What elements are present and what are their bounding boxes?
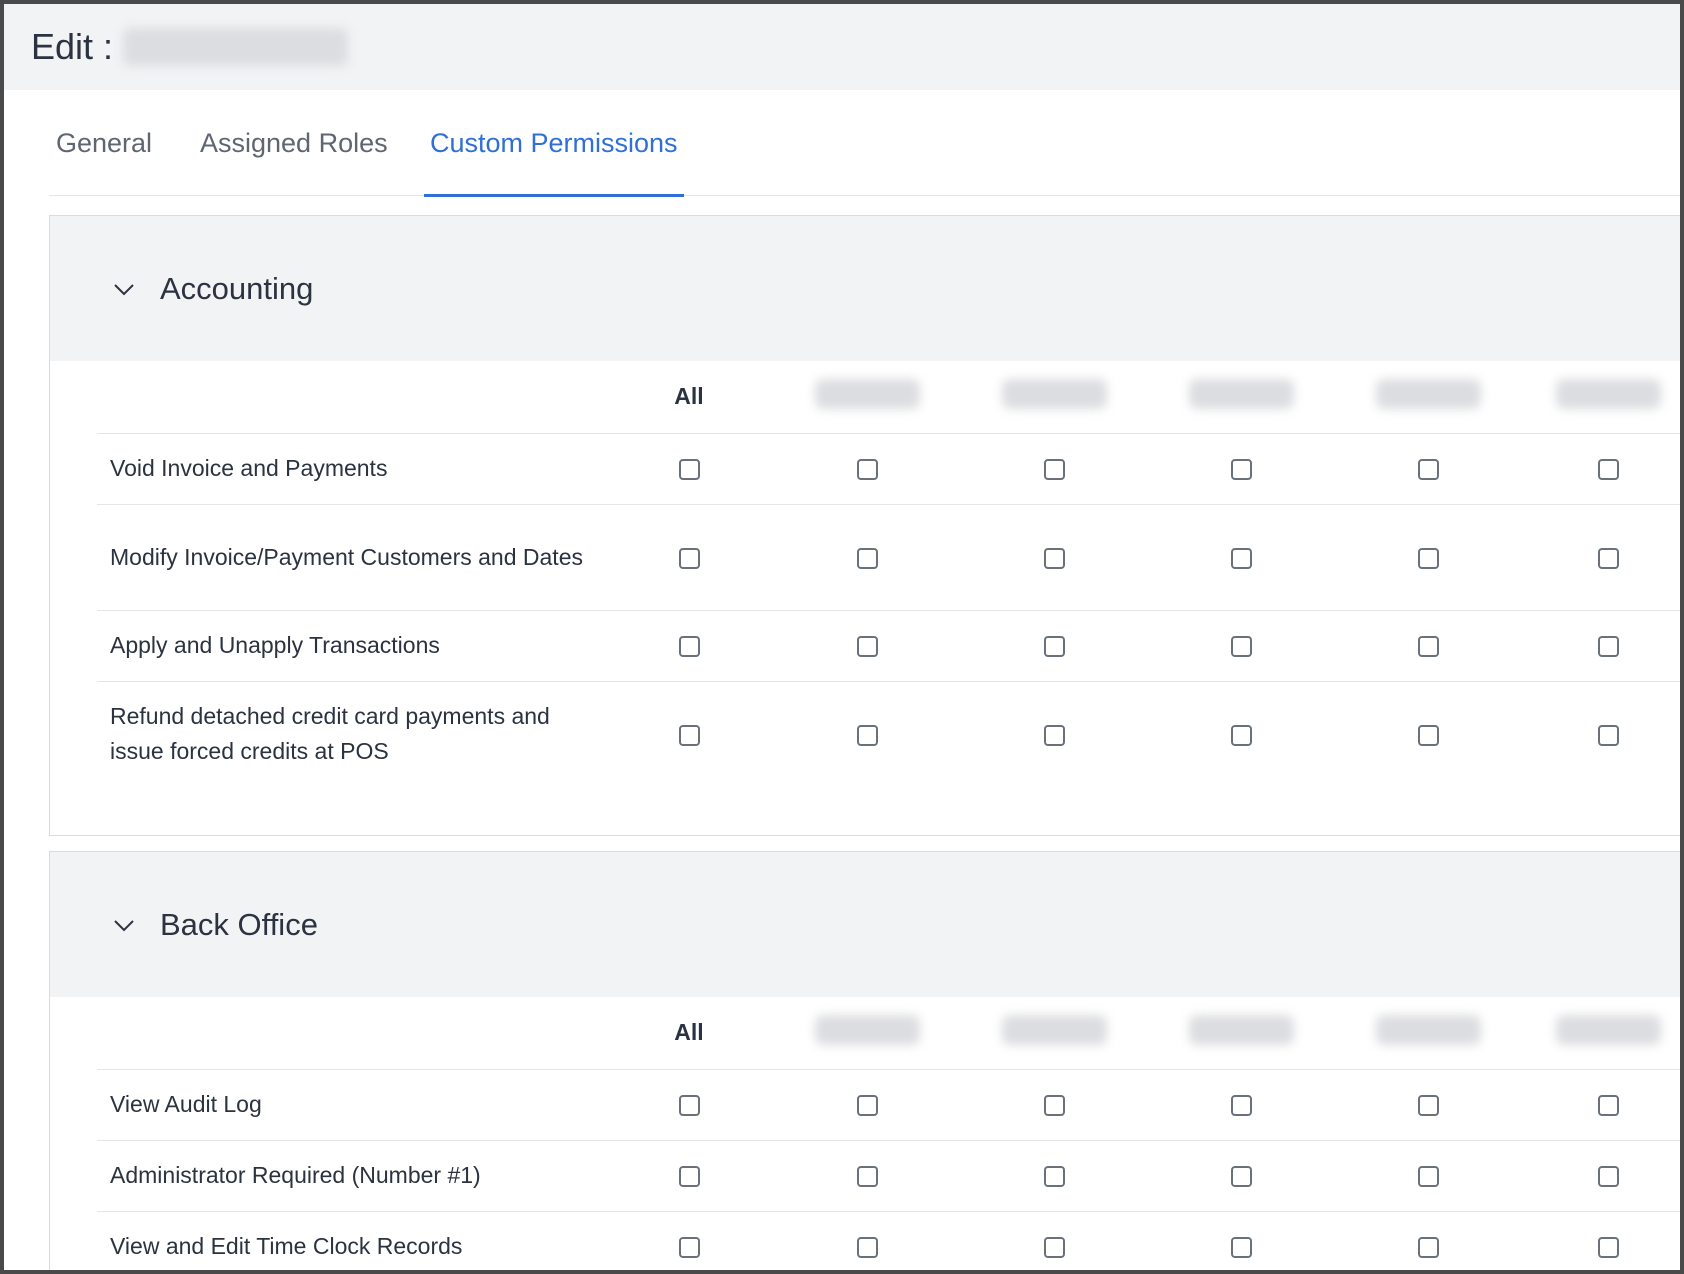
checkbox-all[interactable]: [678, 1237, 700, 1259]
permission-label: Modify Invoice/Payment Customers and Dat…: [97, 504, 604, 611]
column-header-redacted: [774, 361, 961, 434]
tab-custom-permissions[interactable]: Custom Permissions: [424, 90, 684, 197]
checkbox[interactable]: [1231, 636, 1252, 658]
column-header-redacted: [1335, 997, 1522, 1070]
column-header-redacted: [1522, 361, 1680, 434]
checkbox[interactable]: [1598, 1095, 1619, 1117]
column-header-all: All: [604, 361, 774, 434]
checkbox[interactable]: [1231, 459, 1252, 481]
table-header-row: All: [97, 361, 1680, 434]
column-label-header: [97, 361, 604, 434]
checkbox[interactable]: [1231, 1166, 1252, 1188]
column-header-redacted: [1148, 997, 1335, 1070]
table-header-row: All: [97, 997, 1680, 1070]
section-accounting: Accounting All Void Invoice and Payments: [49, 215, 1680, 836]
column-header-redacted: [774, 997, 961, 1070]
checkbox-all[interactable]: [678, 459, 700, 481]
checkbox[interactable]: [1598, 636, 1619, 658]
permission-label: Apply and Unapply Transactions: [97, 610, 604, 682]
checkbox[interactable]: [1231, 547, 1252, 569]
checkbox[interactable]: [1231, 725, 1252, 747]
checkbox-all[interactable]: [678, 1095, 700, 1117]
checkbox-all[interactable]: [678, 725, 700, 747]
tab-bar: General Assigned Roles Custom Permission…: [49, 90, 1680, 197]
permission-label: Administrator Required (Number #1): [97, 1140, 604, 1212]
column-header-redacted: [1335, 361, 1522, 434]
redacted-user-name: [123, 28, 349, 66]
checkbox[interactable]: [1418, 1237, 1439, 1259]
edit-window: Edit : General Assigned Roles Custom Per…: [0, 0, 1684, 1274]
checkbox[interactable]: [1598, 725, 1619, 747]
column-header-redacted: [961, 361, 1148, 434]
section-header-accounting[interactable]: Accounting: [50, 216, 1680, 361]
checkbox[interactable]: [857, 1237, 878, 1259]
checkbox[interactable]: [1231, 1095, 1252, 1117]
checkbox[interactable]: [1418, 1095, 1439, 1117]
table-row: View Audit Log: [97, 1069, 1680, 1141]
checkbox[interactable]: [1044, 459, 1065, 481]
checkbox[interactable]: [1418, 459, 1439, 481]
checkbox-all[interactable]: [678, 636, 700, 658]
table-row: Modify Invoice/Payment Customers and Dat…: [97, 504, 1680, 611]
checkbox[interactable]: [1044, 725, 1065, 747]
section-title: Accounting: [160, 270, 314, 306]
permission-label: View and Edit Time Clock Records: [97, 1211, 604, 1270]
page-title: Edit :: [31, 26, 114, 67]
table-row: Apply and Unapply Transactions: [97, 610, 1680, 682]
column-label-header: [97, 997, 604, 1070]
checkbox[interactable]: [1044, 1166, 1065, 1188]
checkbox[interactable]: [857, 1166, 878, 1188]
column-header-redacted: [961, 997, 1148, 1070]
table-row: Void Invoice and Payments: [97, 433, 1680, 505]
permission-label: Refund detached credit card payments and…: [110, 703, 550, 765]
checkbox[interactable]: [1598, 547, 1619, 569]
table-row: Administrator Required (Number #1): [97, 1140, 1680, 1212]
checkbox[interactable]: [1598, 459, 1619, 481]
table-row: Refund detached credit card payments and…: [97, 681, 1680, 787]
checkbox[interactable]: [1044, 547, 1065, 569]
column-header-all: All: [604, 997, 774, 1070]
column-header-redacted: [1148, 361, 1335, 434]
permissions-table-accounting: All Void Invoice and Payments Modify Inv…: [97, 361, 1680, 787]
checkbox[interactable]: [857, 636, 878, 658]
checkbox[interactable]: [1044, 636, 1065, 658]
checkbox[interactable]: [1044, 1095, 1065, 1117]
section-back-office: Back Office All View Audit Log Administr…: [49, 851, 1680, 1270]
checkbox[interactable]: [857, 1095, 878, 1117]
checkbox[interactable]: [857, 725, 878, 747]
checkbox-all[interactable]: [678, 547, 700, 569]
table-row: View and Edit Time Clock Records: [97, 1211, 1680, 1270]
permissions-table-back-office: All View Audit Log Administrator Require…: [97, 997, 1680, 1270]
permission-label: View Audit Log: [97, 1069, 604, 1141]
checkbox[interactable]: [857, 547, 878, 569]
tab-general[interactable]: General: [56, 90, 152, 196]
section-title: Back Office: [160, 906, 318, 942]
checkbox[interactable]: [1598, 1166, 1619, 1188]
checkbox[interactable]: [857, 459, 878, 481]
checkbox[interactable]: [1598, 1237, 1619, 1259]
column-header-redacted: [1522, 997, 1680, 1070]
chevron-down-icon: [114, 283, 134, 295]
checkbox[interactable]: [1418, 725, 1439, 747]
tab-assigned-roles[interactable]: Assigned Roles: [200, 90, 388, 196]
section-header-back-office[interactable]: Back Office: [50, 852, 1680, 997]
checkbox[interactable]: [1418, 547, 1439, 569]
checkbox[interactable]: [1418, 1166, 1439, 1188]
checkbox[interactable]: [1231, 1237, 1252, 1259]
checkbox[interactable]: [1418, 636, 1439, 658]
title-bar: Edit :: [4, 4, 1680, 90]
checkbox[interactable]: [1044, 1237, 1065, 1259]
permission-label: Void Invoice and Payments: [97, 433, 604, 505]
checkbox-all[interactable]: [678, 1166, 700, 1188]
chevron-down-icon: [114, 919, 134, 931]
